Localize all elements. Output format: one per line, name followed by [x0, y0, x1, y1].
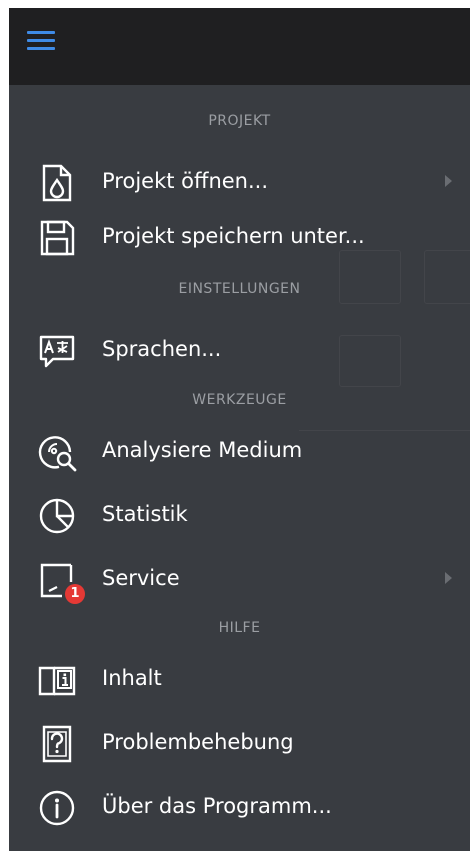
app-window: PROJEKT Projekt öffnen... Projekt speich… [9, 8, 470, 851]
section-header-projekt: PROJEKT [208, 113, 271, 129]
notification-badge: 1 [65, 584, 85, 604]
menu-item-statistics[interactable]: Statistik [9, 493, 470, 537]
open-document-icon [42, 164, 72, 202]
menu-item-label: Inhalt [102, 666, 162, 690]
submenu-arrow-icon [445, 175, 452, 187]
translate-icon [39, 335, 75, 368]
section-header-einstellungen: EINSTELLUNGEN [178, 281, 301, 297]
menu-item-label: Statistik [102, 502, 188, 526]
menu-item-languages[interactable]: Sprachen... [9, 328, 470, 372]
main-menu: PROJEKT Projekt öffnen... Projekt speich… [9, 85, 470, 851]
submenu-arrow-icon [445, 572, 452, 584]
floppy-disk-icon [40, 220, 75, 256]
help-document-icon [42, 725, 72, 763]
menu-item-label: Problembehebung [102, 730, 294, 754]
hamburger-menu-icon[interactable] [21, 20, 61, 60]
menu-item-save-project-as[interactable]: Projekt speichern unter... [9, 215, 470, 259]
menu-item-open-project[interactable]: Projekt öffnen... [9, 160, 470, 204]
menu-item-analyze-medium[interactable]: Analysiere Medium [9, 429, 470, 473]
menu-item-troubleshooting[interactable]: Problembehebung [9, 721, 470, 765]
menu-item-label: Analysiere Medium [102, 438, 303, 462]
menu-item-label: Service [102, 566, 180, 590]
menu-item-label: Projekt speichern unter... [102, 224, 365, 248]
menu-item-label: Über das Programm... [102, 794, 332, 818]
section-header-hilfe: HILFE [218, 620, 261, 636]
book-info-icon [38, 666, 76, 696]
pie-chart-icon [39, 498, 75, 534]
info-circle-icon [39, 790, 75, 826]
menu-item-about[interactable]: Über das Programm... [9, 785, 470, 829]
menu-item-label: Projekt öffnen... [102, 169, 269, 193]
menu-item-contents[interactable]: Inhalt [9, 657, 470, 701]
top-bar [9, 8, 470, 85]
menu-item-label: Sprachen... [102, 337, 222, 361]
menu-item-service[interactable]: 1 Service [9, 557, 470, 604]
disc-search-icon [38, 436, 77, 472]
section-header-werkzeuge: WERKZEUGE [192, 392, 287, 408]
